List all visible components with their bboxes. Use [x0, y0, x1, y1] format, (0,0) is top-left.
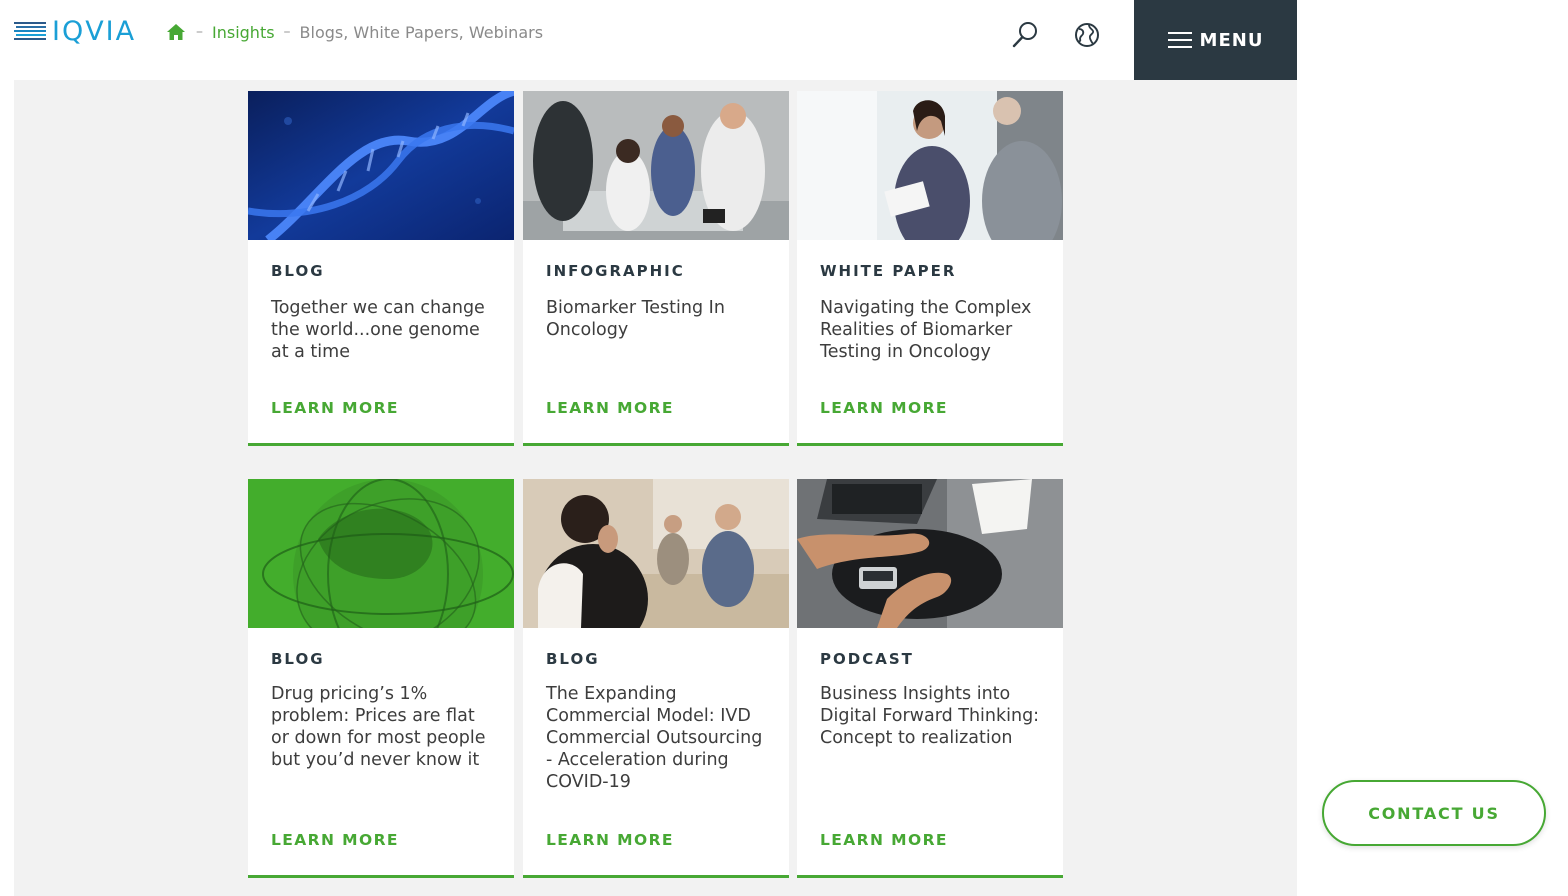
insight-card[interactable]: PODCAST Business Insights into Digital F… [797, 479, 1063, 878]
card-type-label: PODCAST [820, 650, 914, 668]
card-type-label: WHITE PAPER [820, 262, 957, 280]
nurse-patient-image [797, 91, 1063, 240]
insight-card[interactable]: WHITE PAPER Navigating the Complex Reali… [797, 91, 1063, 446]
insight-card[interactable]: BLOG Drug pricing’s 1% problem: Prices a… [248, 479, 514, 878]
logo-text: IQVIA [52, 16, 137, 47]
business-meeting-image [523, 479, 789, 628]
content-area: BLOG Together we can change the world...… [14, 80, 1297, 896]
breadcrumb-separator: – [196, 24, 203, 40]
breadcrumb-current-page: Blogs, White Papers, Webinars [299, 22, 544, 42]
menu-button[interactable]: MENU [1134, 0, 1297, 80]
globe-icon[interactable] [1072, 20, 1102, 50]
learn-more-link[interactable]: LEARN MORE [271, 399, 399, 417]
breadcrumb-insights-link[interactable]: Insights [212, 23, 275, 42]
learn-more-link[interactable]: LEARN MORE [546, 399, 674, 417]
card-title: Together we can change the world...one g… [271, 298, 485, 362]
breadcrumb: – Insights – Blogs, White Papers, Webina… [166, 22, 543, 42]
menu-label: MENU [1199, 29, 1264, 51]
glucose-meter-image [797, 479, 1063, 628]
green-globe-image [248, 479, 514, 628]
iqvia-logo[interactable]: IQVIA [14, 18, 136, 46]
card-type-label: BLOG [271, 650, 325, 668]
learn-more-link[interactable]: LEARN MORE [271, 831, 399, 849]
card-title: Biomarker Testing In Oncology [546, 298, 725, 340]
card-title: Drug pricing’s 1% problem: Prices are fl… [271, 684, 486, 770]
site-header: IQVIA – Insights – Blogs, White Papers, … [0, 0, 1297, 80]
doctors-meeting-image [523, 91, 789, 240]
card-title: The Expanding Commercial Model: IVD Comm… [546, 684, 763, 792]
learn-more-link[interactable]: LEARN MORE [820, 831, 948, 849]
dna-helix-image [248, 91, 514, 240]
learn-more-link[interactable]: LEARN MORE [820, 399, 948, 417]
card-type-label: BLOG [546, 650, 600, 668]
card-type-label: BLOG [271, 262, 325, 280]
hamburger-icon [1167, 32, 1192, 48]
home-icon[interactable] [166, 23, 186, 41]
card-title: Business Insights into Digital Forward T… [820, 684, 1040, 748]
search-icon[interactable] [1010, 20, 1040, 50]
card-type-label: INFOGRAPHIC [546, 262, 685, 280]
insight-card[interactable]: INFOGRAPHIC Biomarker Testing In Oncolog… [523, 91, 789, 446]
breadcrumb-separator: – [283, 24, 291, 40]
insight-card[interactable]: BLOG Together we can change the world...… [248, 91, 514, 446]
card-title: Navigating the Complex Realities of Biom… [820, 298, 1032, 362]
contact-us-button[interactable]: CONTACT US [1322, 780, 1546, 846]
insight-card[interactable]: BLOG The Expanding Commercial Model: IVD… [523, 479, 789, 878]
learn-more-link[interactable]: LEARN MORE [546, 831, 674, 849]
logo-lines-icon [14, 22, 46, 40]
